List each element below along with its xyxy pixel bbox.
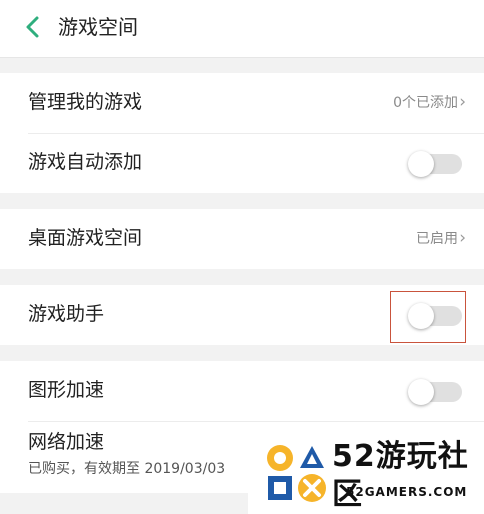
- manage-games-count: 0个已添加: [393, 95, 458, 111]
- network-acceleration-label: 网络加速: [28, 431, 105, 453]
- game-assistant-row: 游戏助手: [0, 285, 484, 345]
- desktop-game-space-row[interactable]: 桌面游戏空间 已启用 ›: [0, 209, 484, 269]
- manage-games-row[interactable]: 管理我的游戏 0个已添加 ›: [0, 73, 484, 133]
- app-header: 游戏空间: [0, 0, 484, 58]
- graphics-acceleration-row: 图形加速: [0, 361, 484, 421]
- settings-group-desktop: 桌面游戏空间 已启用 ›: [0, 209, 484, 269]
- settings-group-assistant: 游戏助手: [0, 285, 484, 345]
- auto-add-games-toggle[interactable]: [408, 151, 462, 177]
- game-assistant-toggle[interactable]: [408, 303, 462, 329]
- watermark-subtitle: 52GAMERS.COM: [346, 485, 468, 499]
- site-watermark: 52游玩社区 52GAMERS.COM: [248, 430, 484, 514]
- toggle-knob: [408, 151, 434, 177]
- chevron-right-icon: ›: [459, 92, 466, 112]
- game-assistant-label: 游戏助手: [28, 303, 105, 325]
- manage-games-label: 管理我的游戏: [28, 91, 143, 113]
- chevron-right-icon: ›: [459, 228, 466, 248]
- gamepad-logo-icon: [262, 440, 332, 504]
- page-title: 游戏空间: [58, 15, 138, 39]
- desktop-game-space-status: 已启用: [416, 231, 458, 247]
- toggle-knob: [408, 303, 434, 329]
- back-chevron-icon[interactable]: [22, 14, 44, 40]
- watermark-title: 52游玩社区: [332, 439, 469, 512]
- auto-add-games-label: 游戏自动添加: [28, 151, 143, 173]
- graphics-acceleration-label: 图形加速: [28, 379, 105, 401]
- graphics-acceleration-toggle[interactable]: [408, 379, 462, 405]
- desktop-game-space-label: 桌面游戏空间: [28, 227, 143, 249]
- settings-group-games: 管理我的游戏 0个已添加 › 游戏自动添加: [0, 73, 484, 193]
- network-acceleration-expiry: 已购买，有效期至 2019/03/03: [28, 461, 226, 477]
- auto-add-games-row: 游戏自动添加: [0, 133, 484, 193]
- toggle-knob: [408, 379, 434, 405]
